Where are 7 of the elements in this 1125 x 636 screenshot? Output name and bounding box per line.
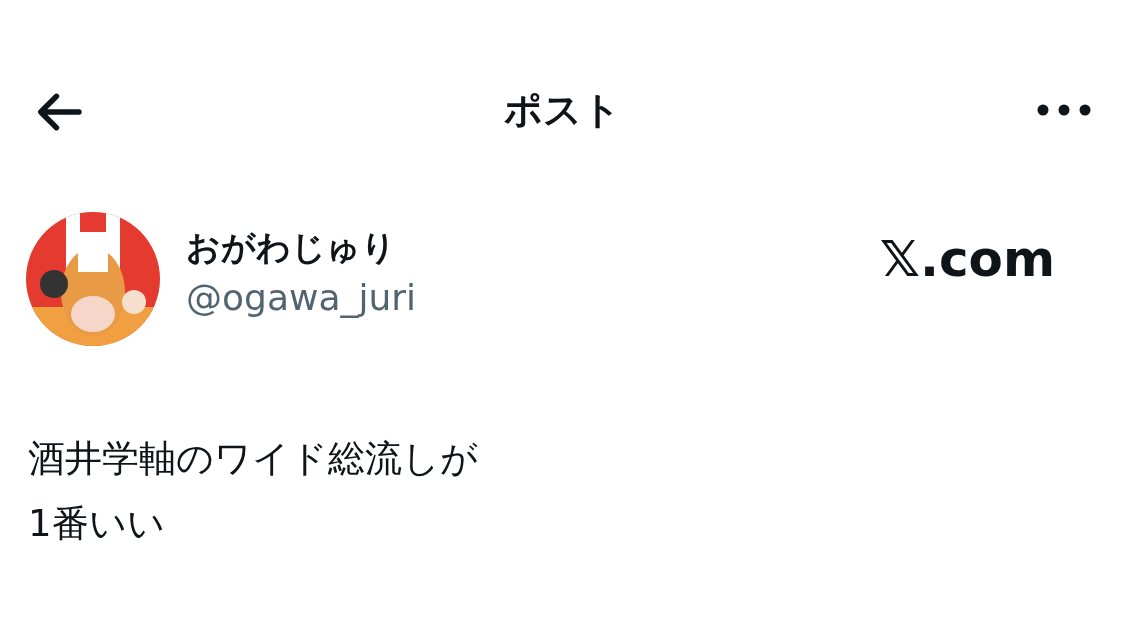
post-text: 酒井学軸のワイド総流しが <box>28 436 479 482</box>
site-label: 𝕏.com <box>879 229 1055 290</box>
more-icon[interactable] <box>1037 104 1091 116</box>
author-name: おがわじゅり <box>186 226 397 269</box>
post-text: 1番いい <box>28 501 166 547</box>
author-handle: @ogawa_juri <box>186 276 417 320</box>
page-title: ポスト <box>504 86 621 134</box>
